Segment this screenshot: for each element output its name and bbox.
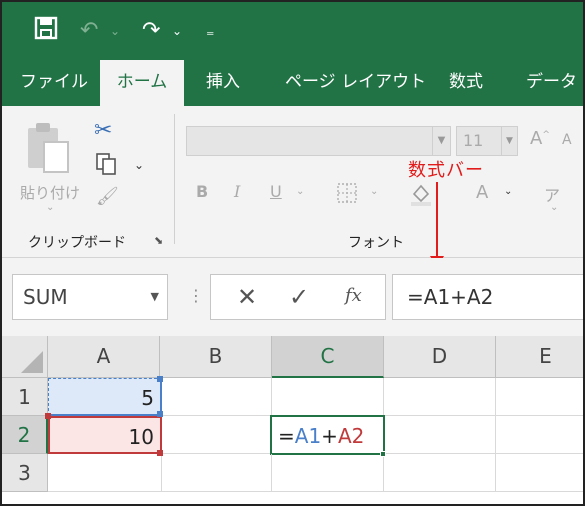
phonetic-dropdown-icon[interactable]: ⌄ [550,202,558,213]
worksheet-grid: A B C D E 1 2 3 5 10 =A1+A2 [2,336,583,504]
border-icon[interactable] [336,182,358,208]
ribbon: 貼り付け ⌄ ✂ ⌄ 🖌 クリップボード ⬊ ▼ 11 ▼ A^ A B I U… [2,106,583,258]
cell-a1[interactable]: 5 [48,378,162,416]
tab-home[interactable]: ホーム [100,60,184,108]
font-size-value: 11 [463,131,484,150]
row-header-2[interactable]: 2 [2,416,48,454]
cancel-icon[interactable]: ✕ [237,283,257,311]
customize-qat-icon[interactable]: ₌ [206,16,214,46]
decrease-font-icon[interactable]: A [562,132,572,148]
formula-bar-buttons: ✕ ✓ fx [210,274,386,320]
undo-dropdown-icon[interactable]: ⌄ [110,16,120,46]
fill-handle[interactable] [380,451,386,457]
cell-d1[interactable] [384,378,496,416]
formula-ref-a2: A2 [337,424,365,448]
column-header-b[interactable]: B [160,336,272,378]
cell-d3[interactable] [384,454,496,492]
enter-icon[interactable]: ✓ [289,283,309,311]
tab-file[interactable]: ファイル [20,60,88,106]
font-color-icon[interactable]: A [476,182,488,203]
ribbon-tabs: ファイル ホーム 挿入 ページ レイアウト 数式 データ [2,60,583,108]
cell-c1[interactable] [272,378,384,416]
title-bar: ↶ ⌄ ↷ ⌄ ₌ [2,2,583,60]
font-color-dropdown-icon[interactable]: ⌄ [504,186,512,197]
underline-dropdown-icon[interactable]: ⌄ [296,186,304,197]
dialog-launcher-icon[interactable]: ⬊ [154,234,163,247]
select-all-button[interactable] [2,336,48,378]
redo-icon[interactable]: ↷ [142,16,160,46]
range-handle-a2-bottomright[interactable] [157,450,163,456]
column-header-a[interactable]: A [48,336,160,378]
italic-button[interactable]: I [234,182,240,201]
row-header-3[interactable]: 3 [2,454,48,492]
cell-a3[interactable] [48,454,162,492]
font-group-label: フォント [348,235,404,251]
cell-b1[interactable] [162,378,272,416]
tab-formulas[interactable]: 数式 [449,60,483,106]
save-icon[interactable] [34,16,60,46]
underline-button[interactable]: U [270,182,282,201]
formula-bar-grip-icon[interactable]: ⋮ [188,286,204,305]
insert-function-icon[interactable]: fx [345,285,362,306]
range-handle-a1[interactable] [157,376,163,382]
name-box-value: SUM [23,285,68,309]
cell-a2[interactable]: 10 [48,416,162,454]
row-header-1[interactable]: 1 [2,378,48,416]
formula-plus: + [321,424,338,448]
undo-icon[interactable]: ↶ [80,16,98,46]
tab-insert[interactable]: 挿入 [206,60,240,106]
cell-d2[interactable] [385,416,496,454]
clipboard-group-label: クリップボード [28,235,126,251]
increase-font-icon[interactable]: A^ [530,128,550,149]
cell-e1[interactable] [496,378,583,416]
formula-equals: = [278,424,295,448]
formula-bar-area: SUM ▼ ⋮ ✕ ✓ fx =A1+A2 [2,258,583,336]
range-handle-a1-bottom[interactable] [157,411,163,417]
annotation-arrow-line [436,182,438,260]
font-size-box[interactable]: 11 ▼ [456,126,518,156]
border-dropdown-icon[interactable]: ⌄ [370,186,378,197]
cell-b2[interactable] [162,416,272,454]
copy-icon[interactable] [94,152,118,176]
column-header-e[interactable]: E [496,336,583,378]
formula-input[interactable]: =A1+A2 [392,274,583,320]
tab-data[interactable]: データ [526,60,577,106]
fill-color-icon[interactable] [410,182,432,210]
tab-page-layout[interactable]: ページ レイアウト [285,60,426,106]
cell-c2[interactable]: =A1+A2 [270,415,385,455]
cut-icon[interactable]: ✂ [94,118,112,143]
formula-ref-a1: A1 [294,424,322,448]
formula-bar-annotation: 数式バー [408,160,484,181]
ribbon-separator [174,114,175,244]
paste-icon[interactable] [24,120,74,176]
chevron-down-icon[interactable]: ▼ [151,275,159,319]
cell-e2[interactable] [496,416,583,454]
bold-button[interactable]: B [196,182,208,201]
format-painter-icon[interactable]: 🖌 [96,186,119,207]
column-header-d[interactable]: D [384,336,496,378]
cell-e3[interactable] [496,454,583,492]
cell-c3[interactable] [272,454,384,492]
cell-b3[interactable] [162,454,272,492]
chevron-down-icon[interactable]: ▼ [432,127,450,155]
excel-window: ↶ ⌄ ↷ ⌄ ₌ ファイル ホーム 挿入 ページ レイアウト 数式 データ 貼… [0,0,585,506]
copy-dropdown-icon[interactable]: ⌄ [134,158,144,172]
paste-label[interactable]: 貼り付け [20,182,80,203]
column-header-c[interactable]: C [272,336,384,378]
name-box[interactable]: SUM ▼ [12,274,168,320]
redo-dropdown-icon[interactable]: ⌄ [172,16,182,46]
chevron-down-icon[interactable]: ▼ [501,127,517,155]
font-name-box[interactable]: ▼ [186,126,451,156]
range-handle-a2-topleft[interactable] [45,413,51,419]
paste-dropdown-icon[interactable]: ⌄ [46,202,54,213]
